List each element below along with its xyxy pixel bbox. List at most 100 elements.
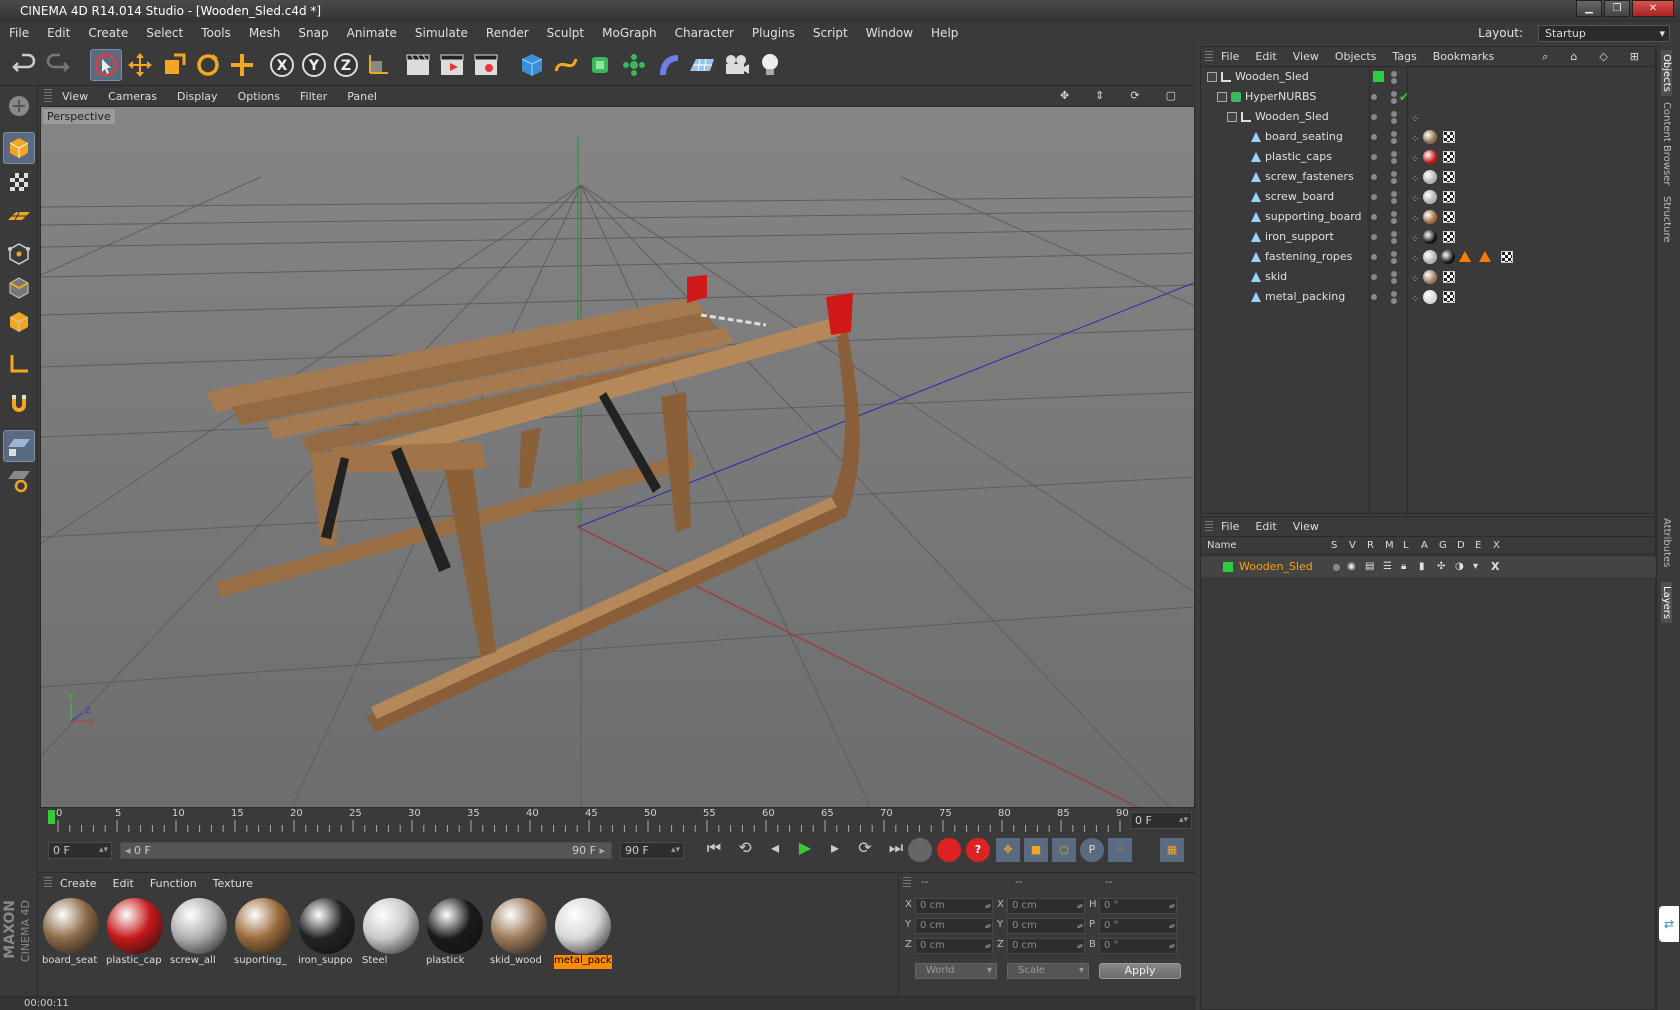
coordinate-mode-dropdown[interactable]: World <box>915 963 997 979</box>
make-editable-button[interactable] <box>3 90 35 122</box>
object-row[interactable]: plastic_caps ⁘ <box>1201 147 1657 167</box>
key-pla-icon[interactable]: ⁘ <box>1108 838 1132 862</box>
editor-visibility-dot[interactable] <box>1371 114 1377 120</box>
checker-tag-icon[interactable] <box>1501 251 1513 263</box>
nurbs-button[interactable] <box>584 49 616 81</box>
editor-visibility-dot[interactable] <box>1371 174 1377 180</box>
menu-script[interactable]: Script <box>804 26 857 40</box>
menu-create[interactable]: Create <box>79 26 137 40</box>
object-row[interactable]: board_seating ⁘ <box>1201 127 1657 147</box>
menu-mograph[interactable]: MoGraph <box>593 26 666 40</box>
render-visibility-dot[interactable] <box>1391 138 1397 144</box>
layer-row[interactable]: Wooden_Sled ◉ ▤ ☰ 🔒︎ ▮ ✣ ◑ ▾ X <box>1201 557 1657 577</box>
render-visibility-dot[interactable] <box>1391 198 1397 204</box>
layer-solo-toggle[interactable] <box>1333 564 1340 571</box>
checker-tag-icon[interactable] <box>1443 291 1455 303</box>
object-row[interactable]: skid ⁘ <box>1201 267 1657 287</box>
editor-visibility-dot[interactable] <box>1391 251 1397 257</box>
size-y-field[interactable]: 0 cm <box>1007 918 1085 934</box>
go-to-end-icon[interactable]: ⏭ <box>882 838 910 858</box>
checker-tag-icon[interactable] <box>1443 211 1455 223</box>
editor-visibility-dot[interactable] <box>1371 154 1377 160</box>
camera-button[interactable] <box>720 49 752 81</box>
rot-p-field[interactable]: 0 ° <box>1099 918 1177 934</box>
layer-col-render[interactable]: R <box>1367 540 1374 551</box>
layer-lock-icon[interactable]: 🔒︎ <box>1401 557 1406 577</box>
editor-visibility-dot[interactable] <box>1391 211 1397 217</box>
material-swatch[interactable]: plastick <box>426 897 484 969</box>
array-button[interactable] <box>618 49 650 81</box>
dolly-view-icon[interactable]: ⇕ <box>1085 89 1114 102</box>
menu-help[interactable]: Help <box>922 26 967 40</box>
object-row[interactable]: Wooden_Sled <box>1201 67 1657 87</box>
collapse-icon[interactable] <box>1217 92 1227 102</box>
material-swatch[interactable]: Steel <box>362 897 420 969</box>
render-visibility-dot[interactable] <box>1391 258 1397 264</box>
texture-tag-icon[interactable] <box>1423 170 1437 184</box>
apply-button[interactable]: Apply <box>1099 963 1181 979</box>
floor-button[interactable] <box>686 49 718 81</box>
render-settings-button[interactable] <box>470 49 502 81</box>
record-disabled-icon[interactable] <box>908 838 932 862</box>
texture-tag-icon[interactable] <box>1423 130 1437 144</box>
editor-visibility-dot[interactable] <box>1371 274 1377 280</box>
editor-visibility-dot[interactable] <box>1371 234 1377 240</box>
object-row[interactable]: screw_fasteners ⁘ <box>1201 167 1657 187</box>
material-menu-texture[interactable]: Texture <box>205 877 261 890</box>
layer-xref-icon[interactable]: X <box>1491 557 1499 577</box>
checker-tag-icon[interactable] <box>1443 131 1455 143</box>
layer-col-locked[interactable]: L <box>1403 540 1409 551</box>
object-row[interactable]: iron_support ⁘ <box>1201 227 1657 247</box>
material-swatch[interactable]: iron_suppo <box>298 897 356 969</box>
points-mode-button[interactable] <box>3 238 35 270</box>
layer-col-generators[interactable]: G <box>1439 540 1447 551</box>
rot-h-field[interactable]: 0 ° <box>1099 898 1177 914</box>
deformer-button[interactable] <box>652 49 684 81</box>
object-row[interactable]: fastening_ropes ⁘ <box>1201 247 1657 267</box>
current-frame-field[interactable]: 0 F ▴▾ <box>1130 812 1192 829</box>
workplane-lock-button[interactable] <box>3 430 35 462</box>
polygons-mode-button[interactable] <box>3 306 35 338</box>
rot-b-field[interactable]: 0 ° <box>1099 938 1177 954</box>
workplane-mode-button[interactable] <box>3 200 35 232</box>
layer-col-manager[interactable]: M <box>1385 540 1394 551</box>
texture-tag-icon[interactable] <box>1423 290 1437 304</box>
render-visibility-dot[interactable] <box>1391 218 1397 224</box>
menu-snap[interactable]: Snap <box>289 26 337 40</box>
render-visibility-dot[interactable] <box>1391 238 1397 244</box>
editor-visibility-dot[interactable] <box>1391 291 1397 297</box>
object-row[interactable]: metal_packing ⁘ <box>1201 287 1657 307</box>
layer-col-expressions[interactable]: E <box>1475 540 1481 551</box>
layout-dropdown[interactable]: Startup <box>1538 24 1670 42</box>
menu-window[interactable]: Window <box>857 26 922 40</box>
rotate-tool-button[interactable] <box>192 49 224 81</box>
redo-button[interactable] <box>42 49 74 81</box>
material-swatch-selected[interactable]: metal_pack <box>554 897 612 969</box>
layer-col-solo[interactable]: S <box>1331 540 1337 551</box>
editor-visibility-dot[interactable] <box>1371 94 1377 100</box>
editor-visibility-dot[interactable] <box>1371 254 1377 260</box>
layers-menu-view[interactable]: View <box>1285 520 1327 533</box>
spline-button[interactable] <box>550 49 582 81</box>
viewport-menu-view[interactable]: View <box>52 90 98 103</box>
layer-view-eye-icon[interactable]: ◉ <box>1347 557 1356 577</box>
edges-mode-button[interactable] <box>3 272 35 304</box>
layer-col-view[interactable]: V <box>1349 540 1356 551</box>
uvw-tag-icon[interactable] <box>1479 251 1491 262</box>
texture-tag-icon[interactable] <box>1423 210 1437 224</box>
texture-mode-button[interactable] <box>3 166 35 198</box>
minimize-button[interactable]: ▁ <box>1576 0 1602 17</box>
tab-objects[interactable]: Objects <box>1661 50 1672 96</box>
collapse-icon[interactable] <box>1227 112 1237 122</box>
snap-button[interactable] <box>3 388 35 420</box>
menu-plugins[interactable]: Plugins <box>743 26 804 40</box>
material-menu-create[interactable]: Create <box>52 877 105 890</box>
viewport-camera-label[interactable]: Perspective <box>43 109 115 124</box>
layer-manager-icon[interactable]: ☰ <box>1383 557 1392 577</box>
layer-col-name[interactable]: Name <box>1207 540 1237 551</box>
viewport-menu-filter[interactable]: Filter <box>290 90 337 103</box>
viewport-menu-panel[interactable]: Panel <box>337 90 387 103</box>
z-axis-button[interactable]: Z <box>330 49 362 81</box>
autokeying-icon[interactable]: ? <box>966 838 990 862</box>
coordinate-system-button[interactable] <box>362 49 394 81</box>
